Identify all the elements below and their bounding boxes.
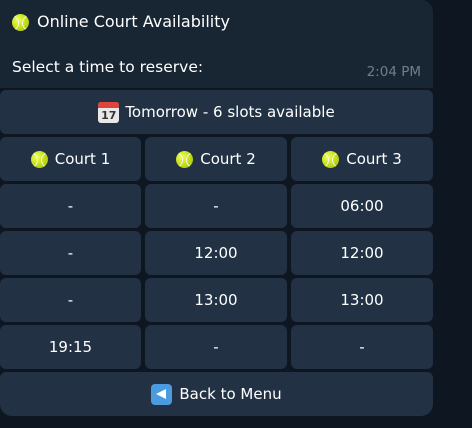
date-button[interactable]: 17 Tomorrow - 6 slots available	[0, 90, 433, 134]
message-title-text: Online Court Availability	[37, 12, 230, 31]
court-1-button[interactable]: Court 1	[0, 137, 141, 181]
message-title: Online Court Availability	[12, 11, 230, 33]
message-bubble: Online Court Availability Select a time …	[0, 0, 433, 88]
slot-button-r3-c1[interactable]: -	[0, 278, 141, 322]
court-label: Court 2	[200, 150, 256, 168]
calendar-icon: 17	[98, 101, 120, 123]
back-arrow-icon	[151, 383, 173, 405]
slot-button-r4-c1[interactable]: 19:15	[0, 325, 141, 369]
slot-button-r3-c3[interactable]: 13:00	[291, 278, 433, 322]
back-button-label: Back to Menu	[179, 385, 282, 403]
message-text: Select a time to reserve:	[12, 58, 204, 76]
slot-button-r1-c2[interactable]: -	[145, 184, 287, 228]
court-2-button[interactable]: Court 2	[145, 137, 287, 181]
slot-button-r3-c2[interactable]: 13:00	[145, 278, 287, 322]
date-button-label: Tomorrow - 6 slots available	[125, 103, 335, 121]
slot-button-r4-c3[interactable]: -	[291, 325, 433, 369]
court-3-button[interactable]: Court 3	[291, 137, 433, 181]
slot-button-r2-c3[interactable]: 12:00	[291, 231, 433, 275]
court-label: Court 1	[54, 150, 111, 168]
tennis-ball-icon	[30, 150, 48, 168]
slot-button-r1-c3[interactable]: 06:00	[291, 184, 433, 228]
slot-button-r2-c2[interactable]: 12:00	[145, 231, 287, 275]
tennis-ball-icon	[12, 13, 29, 31]
court-label: Court 3	[346, 150, 402, 168]
tennis-ball-icon	[176, 150, 194, 168]
slot-button-r2-c1[interactable]: -	[0, 231, 141, 275]
back-to-menu-button[interactable]: Back to Menu	[0, 372, 433, 416]
slot-button-r4-c2[interactable]: -	[145, 325, 287, 369]
message-timestamp: 2:04 PM	[366, 64, 421, 80]
tennis-ball-icon	[322, 150, 340, 168]
slot-button-r1-c1[interactable]: -	[0, 184, 141, 228]
